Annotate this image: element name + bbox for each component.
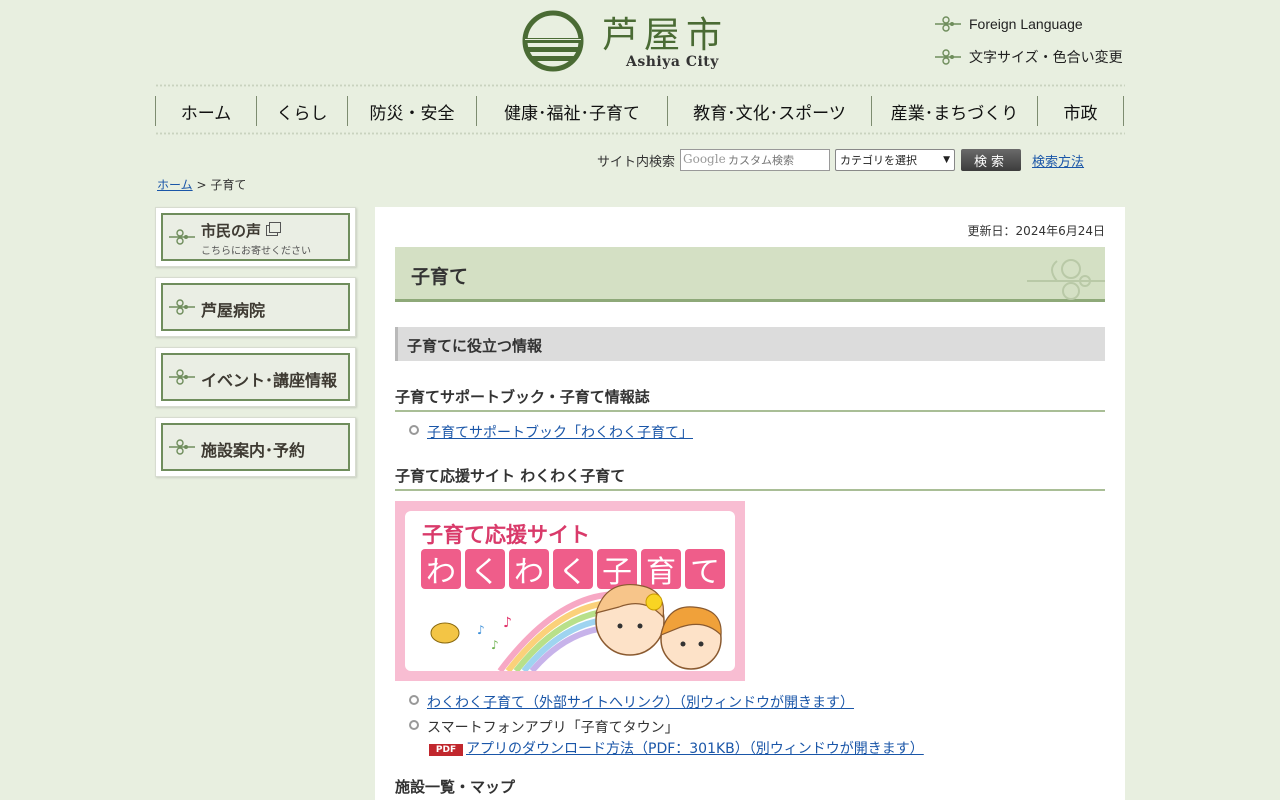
section-heading: 子育てに役立つ情報 <box>395 327 1105 361</box>
nav-item-education[interactable]: 教育･文化･スポーツ <box>667 96 871 126</box>
banner-frame: 芦屋病院 <box>161 283 350 331</box>
updated-date: 更新日：2024年6月24日 <box>967 224 1105 238</box>
banner-heading: 子育て応援サイト <box>422 523 590 547</box>
page-title: 子育て <box>411 266 469 288</box>
page-title-bar: 子育て <box>395 247 1105 302</box>
banner-frame: イベント･講座情報 <box>161 353 350 401</box>
category-select-value: カテゴリを選択 <box>840 154 918 167</box>
citizen-voice-banner[interactable]: 市民の声 こちらにお寄せください <box>155 207 356 267</box>
nav-item-city-admin[interactable]: 市政 <box>1037 96 1124 126</box>
breadcrumb-separator: > <box>192 178 211 192</box>
pdf-link-row: PDF アプリのダウンロード方法（PDF：301KB）（別ウィンドウが開きます） <box>429 738 924 758</box>
city-logo[interactable]: 芦屋市 Ashiya City <box>522 8 732 74</box>
category-select[interactable]: カテゴリを選択 ▼ <box>835 149 956 171</box>
banner-char: く <box>465 549 505 590</box>
banner-frame: 市民の声 こちらにお寄せください <box>161 213 350 261</box>
main-content: 更新日：2024年6月24日 子育て 子育てに役立つ情報 子育てサポートブック・… <box>375 207 1125 800</box>
support-book-link[interactable]: 子育てサポートブック「わくわく子育て」 <box>427 422 693 442</box>
search-label: サイト内検索 <box>597 154 676 170</box>
bullet-icon <box>409 720 419 730</box>
foreign-language-label: Foreign Language <box>969 16 1083 32</box>
nav-divider-bottom <box>155 132 1125 135</box>
ornament-icon <box>169 439 195 455</box>
external-window-icon <box>266 222 282 236</box>
search-help-link[interactable]: 検索方法 <box>1032 151 1084 170</box>
list-item: 子育てサポートブック「わくわく子育て」 <box>409 422 693 442</box>
ornament-icon <box>169 299 195 315</box>
global-nav: ホーム くらし 防災・安全 健康･福祉･子育て 教育･文化･スポーツ 産業･まち… <box>155 84 1125 136</box>
nav-item-safety[interactable]: 防災・安全 <box>347 96 476 126</box>
ornament-icon <box>935 49 961 65</box>
svg-text:♪: ♪ <box>477 623 485 637</box>
citizen-voice-title: 市民の声 <box>201 222 262 240</box>
ashiya-hospital-title: 芦屋病院 <box>201 301 266 320</box>
list-item: わくわく子育て（外部サイトへリンク）（別ウィンドウが開きます） <box>409 692 854 712</box>
ornament-icon <box>935 16 961 32</box>
google-logo-text: Google <box>683 152 726 166</box>
banner-frame: 施設案内･予約 <box>161 423 350 471</box>
app-download-pdf-link[interactable]: アプリのダウンロード方法（PDF：301KB）（別ウィンドウが開きます） <box>466 741 924 757</box>
app-description: スマートフォンアプリ「子育てタウン」 <box>427 720 679 736</box>
nav-item-industry[interactable]: 産業･まちづくり <box>871 96 1037 126</box>
event-info-banner[interactable]: イベント･講座情報 <box>155 347 356 407</box>
banner-title-blocks: わ く わ く 子 育 て <box>421 549 725 590</box>
flourish-icon <box>1027 259 1105 300</box>
breadcrumb-home-link[interactable]: ホーム <box>157 178 193 192</box>
subheading-support-site: 子育て応援サイト わくわく子育て <box>395 465 1105 491</box>
chevron-down-icon: ▼ <box>943 155 951 165</box>
search-field-wrap: Google <box>680 149 831 171</box>
logo-japanese-text: 芦屋市 <box>602 15 729 56</box>
svg-text:♪: ♪ <box>503 615 512 631</box>
list-item: スマートフォンアプリ「子育てタウン」 PDF アプリのダウンロード方法（PDF：3… <box>409 717 924 758</box>
search-button[interactable]: 検索 <box>961 149 1022 171</box>
text-size-color-label: 文字サイズ・色合い変更 <box>969 49 1123 65</box>
breadcrumb: ホーム > 子育て <box>157 176 246 193</box>
banner-char: て <box>685 549 725 590</box>
foreign-language-link[interactable]: Foreign Language <box>935 16 1083 32</box>
banner-char: く <box>553 549 593 590</box>
nav-item-health[interactable]: 健康･福祉･子育て <box>476 96 667 126</box>
citizen-voice-subtitle: こちらにお寄せください <box>201 246 311 257</box>
app-item: スマートフォンアプリ「子育てタウン」 PDF アプリのダウンロード方法（PDF：3… <box>427 717 924 758</box>
banner-title: 市民の声 <box>201 220 282 241</box>
ornament-icon <box>169 229 195 245</box>
subheading-support-book: 子育てサポートブック・子育て情報誌 <box>395 386 1105 412</box>
city-logo-mark-icon <box>522 10 584 72</box>
section-heading-text: 子育てに役立つ情報 <box>407 337 543 355</box>
banner-char: わ <box>421 549 461 590</box>
nav-item-living[interactable]: くらし <box>256 96 347 126</box>
svg-text:♪: ♪ <box>491 638 499 652</box>
pdf-icon: PDF <box>429 744 463 756</box>
breadcrumb-current: 子育て <box>210 178 247 192</box>
facility-reservation-banner[interactable]: 施設案内･予約 <box>155 417 356 477</box>
ornament-icon <box>169 369 195 385</box>
text-size-color-link[interactable]: 文字サイズ・色合い変更 <box>935 47 1123 67</box>
banner-inner: 子育て応援サイト わ く わ く 子 育 て ♪ ♪ ♪ <box>405 511 735 671</box>
banner-char: 育 <box>641 549 681 590</box>
banner-char: 子 <box>597 549 637 590</box>
banner-char: わ <box>509 549 549 590</box>
bullet-icon <box>409 695 419 705</box>
event-info-title: イベント･講座情報 <box>201 371 338 390</box>
nav-item-home[interactable]: ホーム <box>155 96 256 126</box>
wakuwaku-kosodate-banner[interactable]: 子育て応援サイト わ く わ く 子 育 て ♪ ♪ ♪ <box>395 501 745 681</box>
nav-divider-top <box>155 84 1125 87</box>
bullet-icon <box>409 425 419 435</box>
logo-english-text: Ashiya City <box>626 54 719 70</box>
subheading-facilities: 施設一覧・マップ <box>395 776 1105 800</box>
sidebar: 市民の声 こちらにお寄せください 芦屋病院 イベント･講座情報 施設案内･予約 <box>155 207 356 487</box>
site-search: サイト内検索 Google カテゴリを選択 ▼ 検索 検索方法 <box>597 149 1084 171</box>
ashiya-hospital-banner[interactable]: 芦屋病院 <box>155 277 356 337</box>
wakuwaku-external-link[interactable]: わくわく子育て（外部サイトへリンク）（別ウィンドウが開きます） <box>427 692 854 712</box>
facility-reservation-title: 施設案内･予約 <box>201 441 306 460</box>
